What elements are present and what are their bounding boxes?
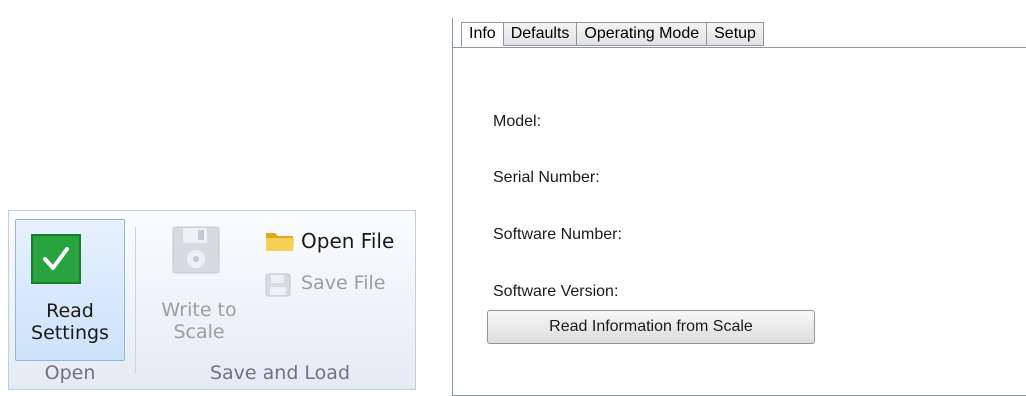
read-settings-line2: Settings (31, 322, 109, 344)
write-to-scale-label: Write to Scale (149, 299, 249, 343)
small-disk-icon (265, 273, 291, 297)
tab-strip: Info Defaults Operating Mode Setup (461, 22, 764, 47)
tab-operating-mode[interactable]: Operating Mode (576, 22, 707, 46)
serial-number-label: Serial Number: (493, 169, 600, 186)
read-settings-line1: Read (46, 300, 94, 322)
tab-defaults[interactable]: Defaults (502, 22, 577, 46)
tab-setup[interactable]: Setup (706, 22, 764, 46)
scale-settings-panel: Info Defaults Operating Mode Setup Model… (452, 18, 1026, 396)
model-label: Model: (493, 113, 542, 130)
software-number-label: Software Number: (493, 226, 622, 243)
read-information-button[interactable]: Read Information from Scale (487, 310, 815, 344)
write-to-scale-line1: Write to (161, 299, 237, 321)
group-separator (135, 227, 136, 373)
ribbon-panel: Read Settings Write to Scale Open File S… (8, 210, 416, 390)
check-icon (31, 234, 81, 284)
info-tab-content: Model: Serial Number: Software Number: S… (453, 47, 1026, 395)
save-file-label: Save File (301, 272, 386, 294)
write-to-scale-line2: Scale (173, 321, 225, 343)
folder-icon (265, 229, 295, 253)
read-settings-label: Read Settings (16, 300, 124, 344)
open-file-label: Open File (301, 229, 395, 253)
read-settings-button[interactable]: Read Settings (15, 219, 125, 361)
open-group-label: Open (44, 362, 96, 384)
tab-info[interactable]: Info (461, 22, 503, 47)
disk-icon (171, 225, 221, 275)
save-and-load-group-label: Save and Load (209, 362, 351, 384)
software-version-label: Software Version: (493, 283, 619, 300)
